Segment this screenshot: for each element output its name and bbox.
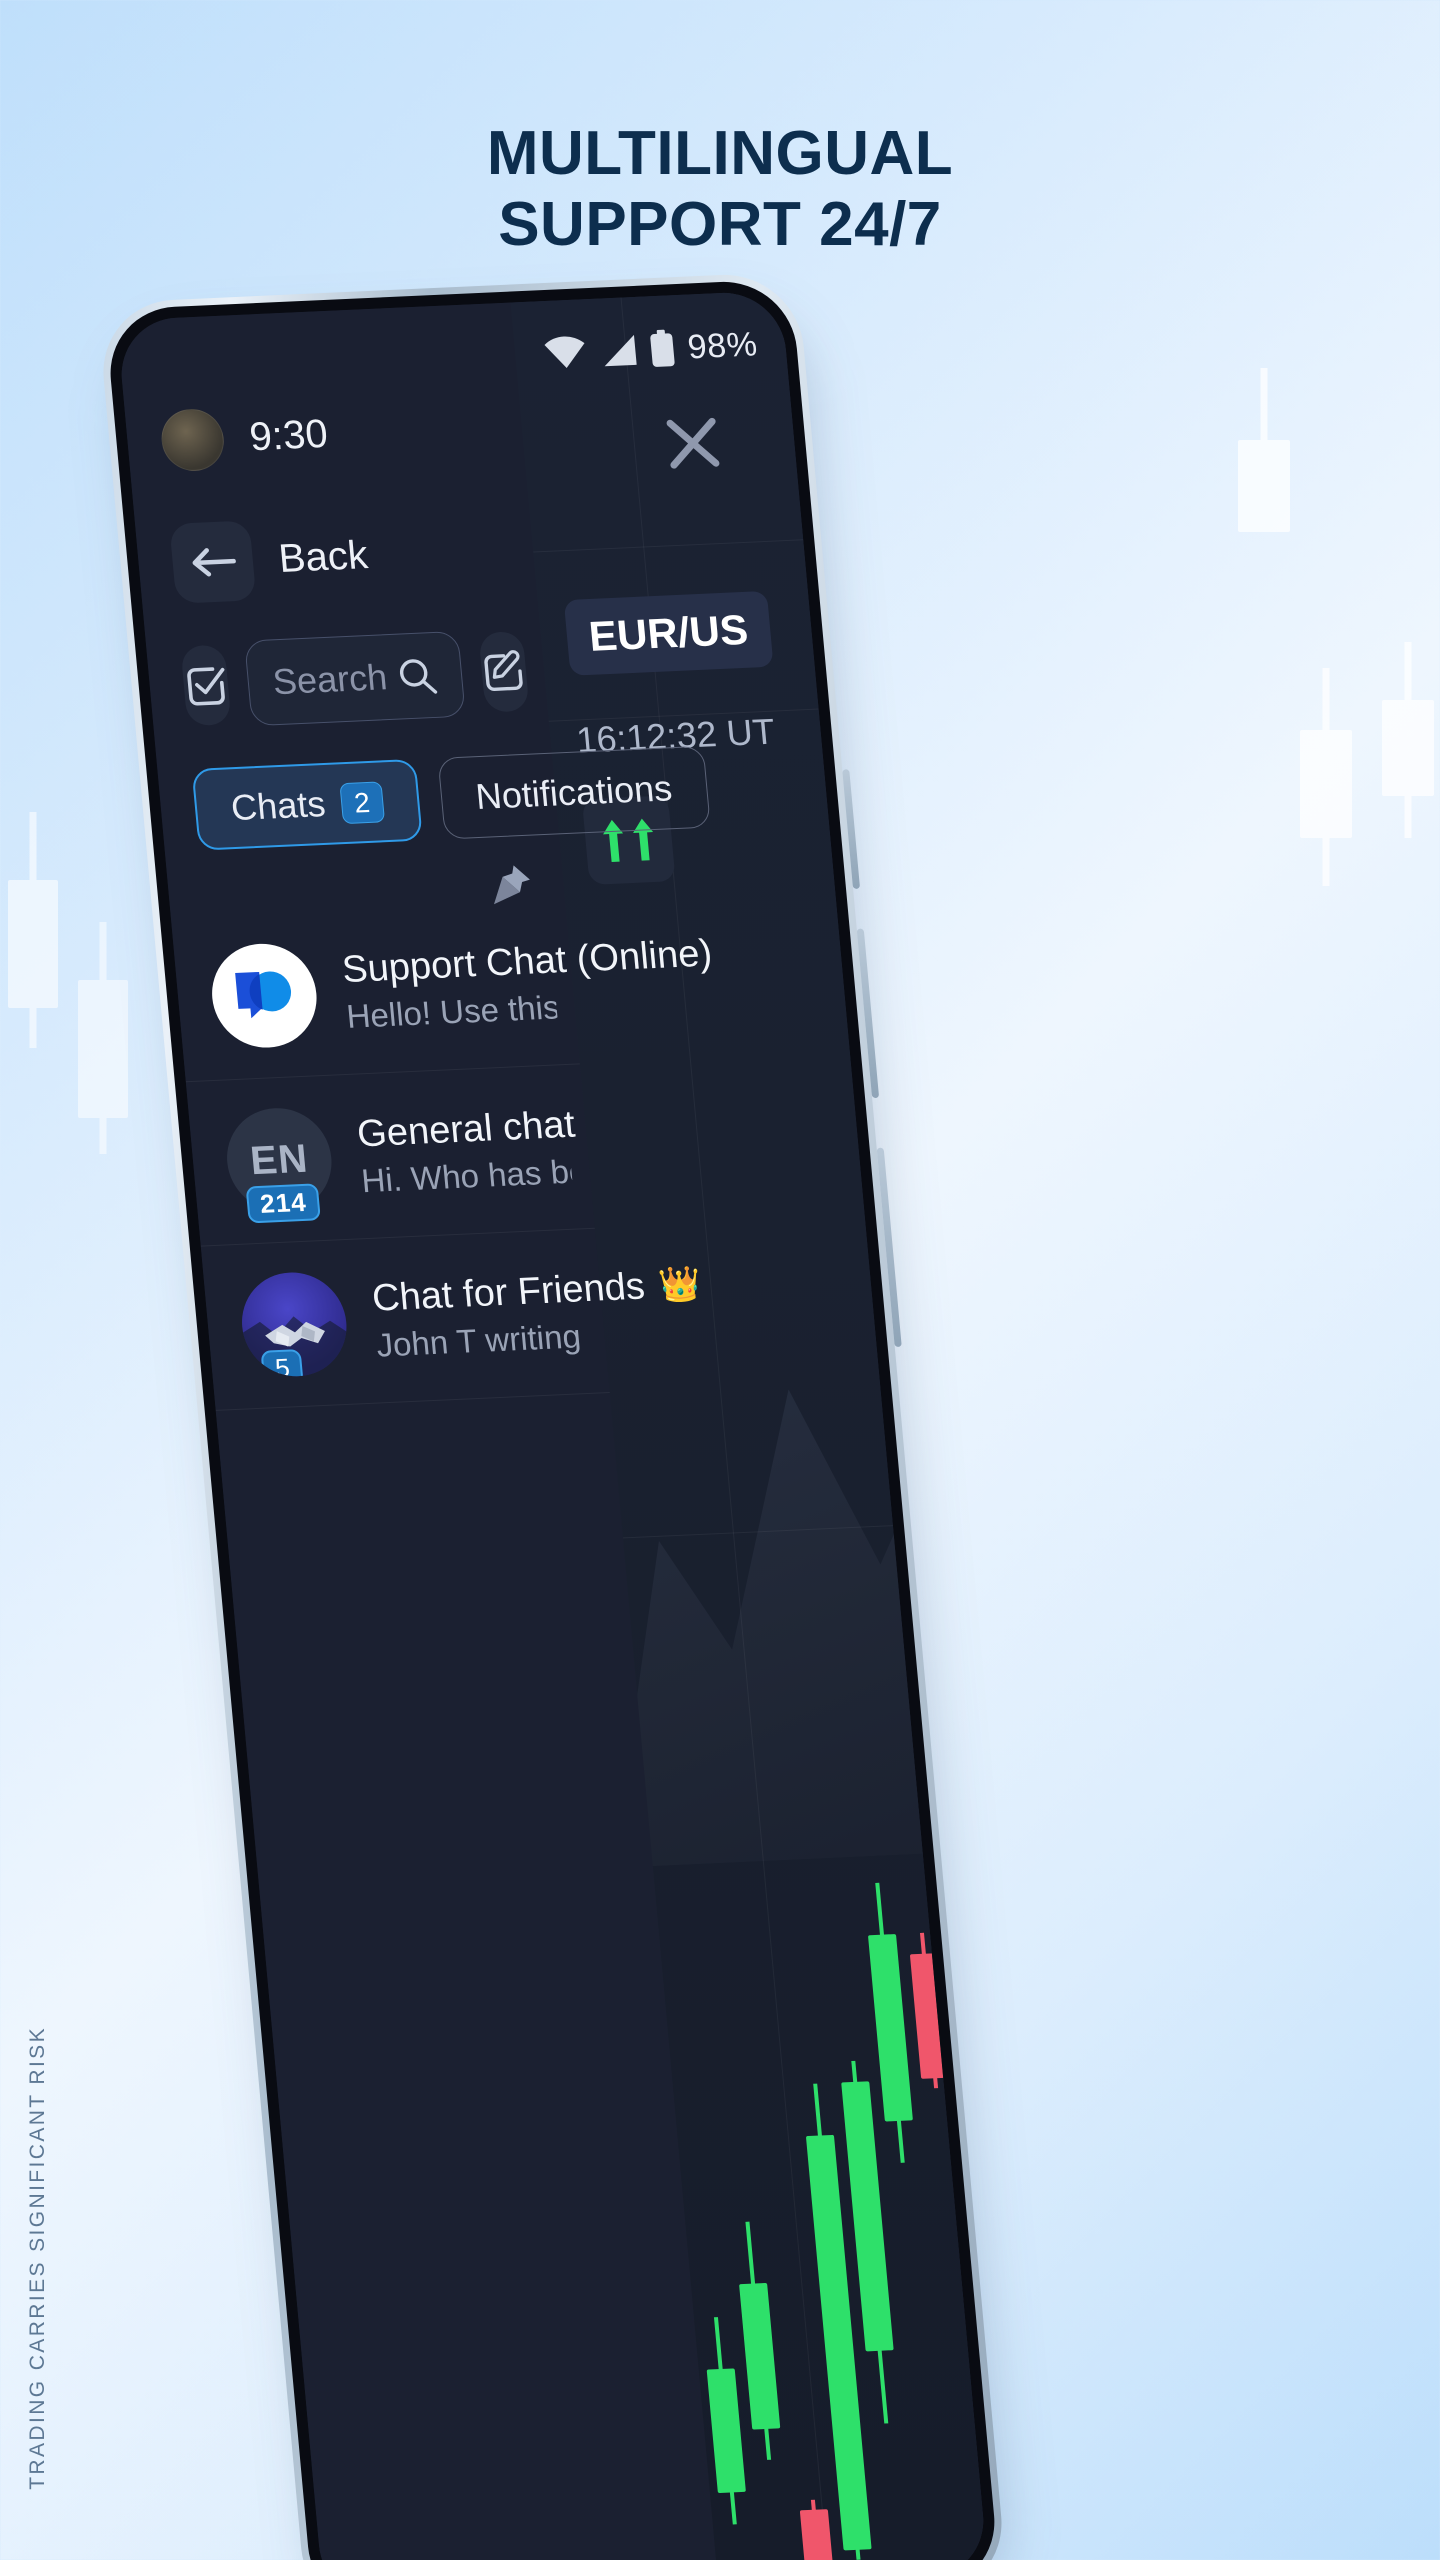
- clock-label: 9:30: [247, 411, 330, 459]
- chat-title-label: General chat: [355, 1103, 577, 1155]
- decor-candle: [78, 922, 128, 1154]
- support-logo-icon: [235, 971, 292, 1019]
- decor-candle: [1382, 642, 1434, 838]
- tab-chats-badge: 2: [339, 780, 385, 824]
- avatar-initials: EN: [248, 1136, 311, 1183]
- chat-preview: Hello! Use this chat for ...: [344, 988, 559, 1035]
- trading-panel: EUR/US 16:12:32 UT: [510, 290, 989, 2560]
- phone-mockup: EUR/US 16:12:32 UT 98% 9:30 Back Search …: [96, 271, 1009, 2560]
- close-icon-glyph: [666, 417, 720, 469]
- compose-pencil-icon[interactable]: [478, 630, 530, 713]
- list-item[interactable]: Support Chat (Online) Hello! Use this ch…: [170, 900, 714, 1083]
- chat-preview: Hi. Who has been withdraw ...: [359, 1152, 574, 1199]
- candle-body: [909, 1953, 950, 2079]
- unread-badge: 214: [245, 1183, 322, 1224]
- decor-candle: [1300, 668, 1352, 886]
- arrow-left-icon: [192, 548, 237, 577]
- close-x-icon[interactable]: [659, 411, 727, 481]
- crown-icon: 👑: [656, 1264, 703, 1305]
- volume-up-button[interactable]: [842, 769, 861, 889]
- unread-badge: 5: [260, 1349, 305, 1379]
- chat-title: Chat for Friends 👑: [370, 1265, 702, 1320]
- search-input[interactable]: Search: [244, 630, 466, 727]
- tab-notifications-label: Notifications: [473, 767, 674, 818]
- list-item[interactable]: 5 Chat for Friends 👑 John T writing ...: [200, 1228, 703, 1411]
- back-row[interactable]: Back: [169, 515, 371, 604]
- page-title: MULTILINGUAL SUPPORT 24/7: [0, 118, 1440, 261]
- chat-text: General chat Hi. Who has been withdraw .…: [355, 1103, 576, 1200]
- back-button[interactable]: [169, 520, 257, 604]
- candle-body: [799, 2509, 834, 2560]
- phone-frame: EUR/US 16:12:32 UT 98% 9:30 Back Search …: [96, 271, 1009, 2560]
- battery-percent: 98%: [685, 324, 759, 366]
- chat-preview: John T writing ...: [374, 1316, 588, 1364]
- chat-title: Support Chat (Online): [340, 932, 713, 991]
- decor-candle: [8, 812, 58, 1048]
- chat-text: Support Chat (Online) Hello! Use this ch…: [340, 932, 713, 1035]
- candle-body: [739, 2283, 781, 2430]
- avatar: EN 214: [222, 1105, 336, 1224]
- checkbox-select-icon[interactable]: [180, 644, 232, 727]
- candlestick-chart: [650, 1818, 989, 2560]
- phone-screen: EUR/US 16:12:32 UT 98% 9:30 Back Search …: [116, 290, 989, 2560]
- candle-body: [706, 2367, 746, 2494]
- user-avatar[interactable]: [158, 407, 227, 473]
- profile-row[interactable]: 9:30: [158, 403, 330, 473]
- risk-disclaimer: TRADING CARRIES SIGNIFICANT RISK: [26, 2026, 49, 2490]
- mountain-backdrop: [562, 1291, 988, 1868]
- pin-glyph: [493, 865, 530, 905]
- list-item[interactable]: EN 214 General chat Hi. Who has been wit…: [185, 1064, 595, 1247]
- avatar: 5: [237, 1270, 351, 1379]
- chat-list: Support Chat (Online) Hello! Use this ch…: [170, 900, 714, 1411]
- search-icon[interactable]: [395, 655, 439, 697]
- tab-chats-label: Chats: [229, 783, 328, 829]
- search-row: Search: [180, 628, 530, 729]
- candle-body: [867, 1934, 913, 2122]
- app-root: EUR/US 16:12:32 UT 98% 9:30 Back Search …: [116, 290, 989, 2560]
- tab-notifications[interactable]: Notifications: [437, 745, 711, 840]
- tab-chats[interactable]: Chats 2: [191, 758, 423, 851]
- currency-pair-chip[interactable]: EUR/US: [563, 590, 774, 676]
- avatar: [207, 941, 322, 1050]
- signal-icon: [605, 334, 638, 367]
- battery-icon: [650, 329, 676, 367]
- check-square-glyph: [187, 667, 225, 706]
- search-placeholder: Search: [271, 656, 389, 703]
- compose-glyph: [484, 650, 523, 691]
- headline-line-1: MULTILINGUAL: [486, 119, 954, 188]
- headline-line-2: SUPPORT 24/7: [498, 190, 942, 260]
- chat-text: Chat for Friends 👑 John T writing ...: [370, 1265, 702, 1364]
- chat-title: General chat: [355, 1103, 576, 1156]
- wifi-icon: [544, 336, 585, 368]
- phone-bezel: EUR/US 16:12:32 UT 98% 9:30 Back Search …: [104, 278, 1001, 2560]
- back-label: Back: [276, 532, 370, 581]
- decor-candle: [1238, 368, 1290, 532]
